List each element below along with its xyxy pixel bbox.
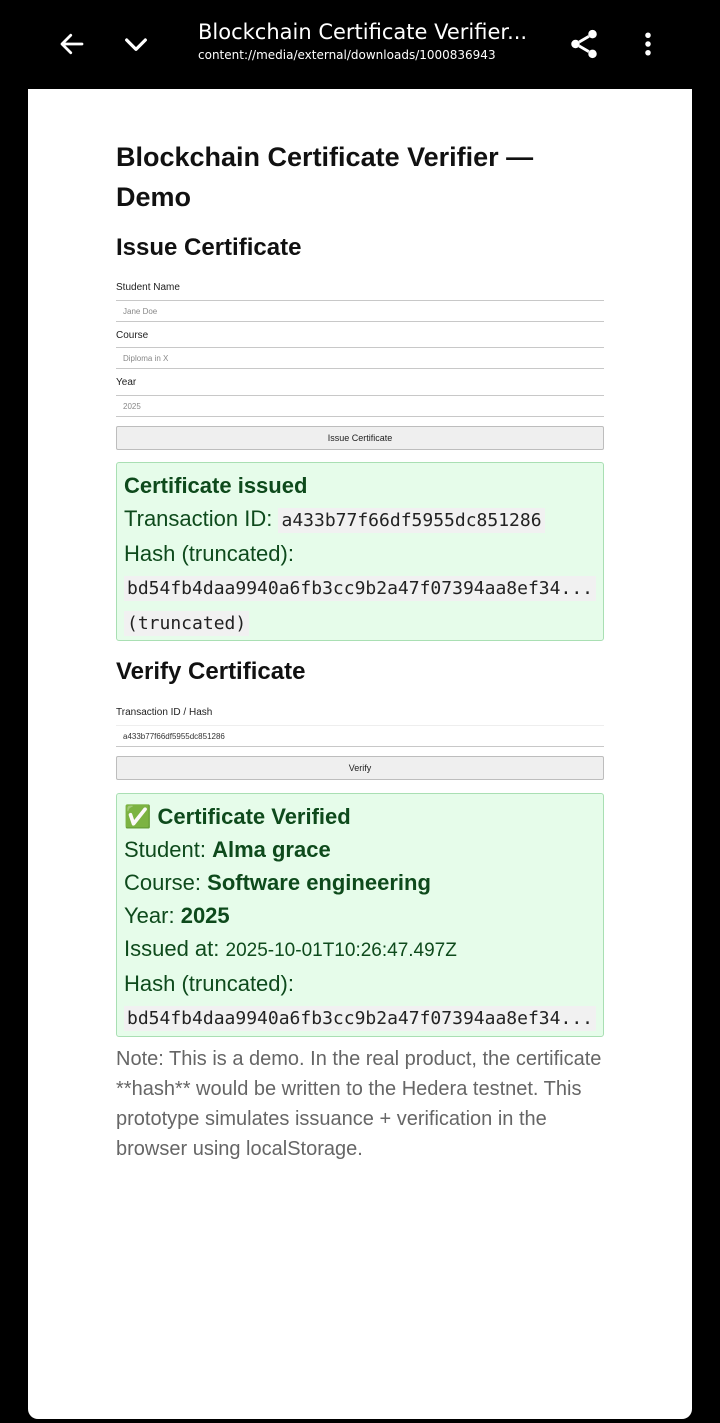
arrow-left-icon [60,33,84,55]
issued-hash-label: Hash (truncated): [124,541,294,566]
collapse-button[interactable] [112,20,160,68]
issued-result-box: Certificate issued Transaction ID: a433b… [116,462,604,641]
transaction-id-value: a433b77f66df5955dc851286 [278,508,545,533]
verified-year-label: Year: [124,903,175,928]
course-value: Software engineering [207,870,431,895]
student-value: Alma grace [212,837,331,862]
course-line: Course: Software engineering [124,866,596,899]
transaction-id-label: Transaction ID: [124,506,273,531]
document-url: content://media/external/downloads/10008… [198,48,496,62]
issued-at-value: 2025-10-01T10:26:47.497Z [225,940,457,961]
course-input[interactable] [116,348,604,369]
share-icon [571,29,597,59]
transaction-hash-field[interactable] [116,725,604,747]
transaction-hash-label: Transaction ID / Hash [116,707,213,718]
verified-heading: Certificate Verified [157,804,351,829]
verified-hash-label: Hash (truncated): [124,971,294,996]
demo-note: Note: This is a demo. In the real produc… [116,1048,602,1160]
page-title: Blockchain Certificate Verifier — Demo [116,142,534,212]
student-name-field[interactable] [116,300,604,322]
year-field[interactable] [116,395,604,417]
verified-result-box: ✅ Certificate Verified Student: Alma gra… [116,793,604,1037]
course-label: Course [116,330,149,341]
student-label: Student: [124,837,206,862]
verify-section-heading: Verify Certificate [116,658,306,685]
back-button[interactable] [48,20,96,68]
issued-at-label: Issued at: [124,936,220,961]
document-title: Blockchain Certificate Verifier... [198,20,528,44]
issued-hash-suffix: (truncated) [124,611,250,636]
year-line: Year: 2025 [124,899,596,932]
issue-certificate-button[interactable]: Issue Certificate [116,426,604,450]
course-field[interactable] [116,347,604,369]
more-vertical-icon [645,32,651,56]
issue-section-heading: Issue Certificate [116,234,302,261]
year-label: Year [116,377,137,388]
student-name-label: Student Name [116,282,180,293]
transaction-id-line: Transaction ID: a433b77f66df5955dc851286 [124,502,596,537]
chevron-down-icon [125,38,147,51]
verified-course-label: Course: [124,870,202,895]
issued-heading: Certificate issued [124,473,308,498]
share-button[interactable] [560,20,608,68]
toolbar: Blockchain Certificate Verifier... conte… [0,0,720,89]
verified-heading-line: ✅ Certificate Verified [124,800,596,833]
year-input[interactable] [116,396,604,417]
issued-at-line: Issued at: 2025-10-01T10:26:47.497Z [124,932,596,967]
more-options-button[interactable] [624,20,672,68]
student-name-input[interactable] [116,301,604,322]
transaction-hash-input[interactable] [116,726,604,747]
issued-hash-value: bd54fb4daa9940a6fb3cc9b2a47f07394aa8ef34… [124,576,596,601]
check-mark-icon: ✅ [124,804,152,829]
document-page: Blockchain Certificate Verifier — Demo I… [28,89,692,1419]
verify-button[interactable]: Verify [116,756,604,780]
verified-hash-value: bd54fb4daa9940a6fb3cc9b2a47f07394aa8ef34… [124,1006,596,1031]
toolbar-title-block: Blockchain Certificate Verifier... conte… [198,18,538,64]
student-line: Student: Alma grace [124,833,596,866]
year-value: 2025 [180,903,230,928]
